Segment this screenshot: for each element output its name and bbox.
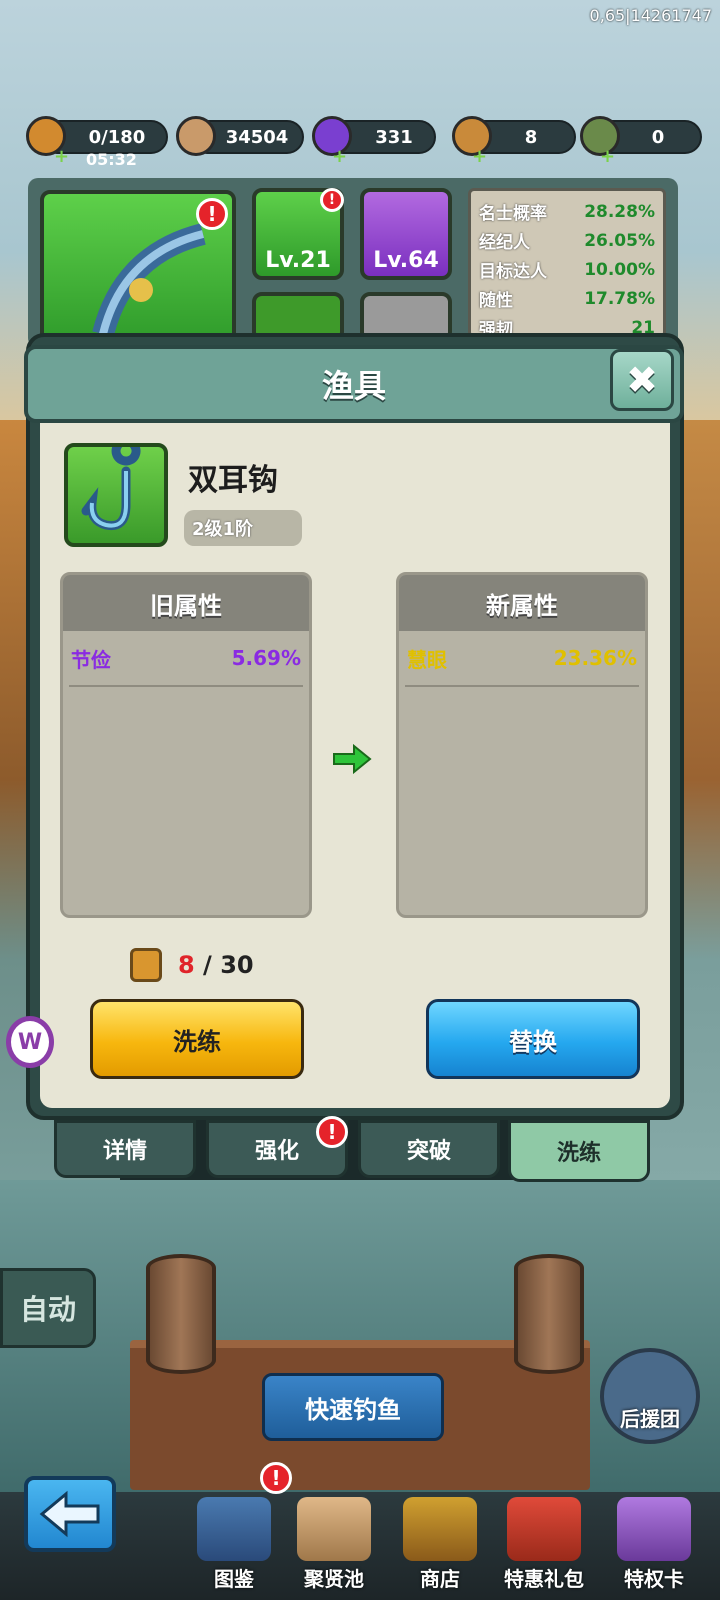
item-icon	[64, 436, 168, 547]
support-team-button[interactable]: 后援团	[600, 1348, 700, 1444]
old-attribute-value: 5.69%	[231, 646, 301, 670]
fishing-rod-icon	[92, 223, 206, 337]
slot-level: Lv.64	[373, 248, 439, 273]
support-label: 后援团	[620, 1407, 680, 1431]
old-attributes-panel: 旧属性 节俭 5.69%	[60, 572, 312, 918]
refine-button[interactable]: 洗练	[90, 999, 304, 1079]
token-icon	[130, 948, 162, 982]
quick-fish-button[interactable]: 快速钓鱼	[262, 1373, 444, 1441]
tab-breakthrough[interactable]: 突破	[358, 1120, 500, 1178]
nav-label: 聚贤池	[304, 1567, 364, 1591]
gem-value: 331	[375, 126, 413, 148]
nav-label: 特权卡	[624, 1567, 684, 1591]
nav-special-pack[interactable]: 特惠礼包	[494, 1480, 594, 1592]
stamina-timer: 05:32	[86, 150, 137, 169]
item-name: 双耳钩	[188, 463, 278, 498]
nav-label: 特惠礼包	[504, 1567, 584, 1591]
pier-post-right	[514, 1254, 584, 1374]
debug-info: 0,65|14261747	[589, 6, 712, 25]
cost-current: 8	[178, 951, 195, 979]
new-attribute-name: 慧眼	[407, 647, 447, 672]
shop-basket-icon	[403, 1497, 477, 1561]
alert-badge: !	[196, 198, 228, 230]
new-attribute-row: 慧眼 23.36%	[405, 631, 639, 687]
plus-icon[interactable]: +	[332, 146, 347, 167]
nav-collection[interactable]: 图鉴	[184, 1480, 284, 1592]
stats-panel: 名士概率 28.28% 经纪人 26.05% 目标达人 10.00% 随性 17.78%…	[468, 188, 666, 338]
book-icon	[197, 1497, 271, 1561]
scroll-icon	[297, 1497, 371, 1561]
tab-refine[interactable]: 洗练	[508, 1120, 650, 1182]
slot-level: Lv.21	[265, 248, 331, 273]
stat-row: 目标达人 10.00%	[479, 259, 655, 283]
refine-cost: 8 / 30	[130, 948, 254, 982]
alert-badge: !	[320, 188, 344, 212]
nav-label: 商店	[420, 1567, 460, 1591]
old-attributes-header: 旧属性	[63, 575, 309, 631]
hook-icon	[81, 436, 141, 531]
coin-value: 34504	[225, 126, 289, 148]
replace-button[interactable]: 替换	[426, 999, 640, 1079]
old-attribute-row: 节俭 5.69%	[69, 631, 303, 687]
new-attribute-value: 23.36%	[553, 646, 637, 670]
new-attributes-panel: 新属性 慧眼 23.36%	[396, 572, 648, 918]
pier-post-left	[146, 1254, 216, 1374]
nav-recruit[interactable]: 聚贤池	[284, 1480, 384, 1592]
cost-total: 30	[220, 951, 254, 979]
stat-row: 随性 17.78%	[479, 288, 655, 312]
nav-privilege-card[interactable]: 特权卡	[604, 1480, 704, 1592]
old-attribute-name: 节俭	[71, 647, 111, 672]
tab-details[interactable]: 详情	[54, 1120, 196, 1178]
arrow-right-icon	[333, 744, 372, 774]
nav-label: 图鉴	[214, 1567, 254, 1591]
w-logo-icon[interactable]: W	[6, 1016, 54, 1068]
back-button[interactable]	[24, 1476, 116, 1552]
stat-row: 经纪人 26.05%	[479, 230, 655, 254]
stat-row: 名士概率 28.28%	[479, 201, 655, 225]
modal-title: 渔具	[24, 345, 684, 423]
plus-icon[interactable]: +	[600, 146, 615, 167]
plus-icon[interactable]: +	[54, 146, 69, 167]
privilege-card-icon	[617, 1497, 691, 1561]
close-button[interactable]: ✖	[610, 349, 674, 411]
bait-slot[interactable]: Lv.64	[360, 188, 452, 280]
staff-value: 0	[651, 126, 665, 148]
item-level: 2级1阶	[184, 510, 302, 546]
alert-badge: !	[316, 1116, 348, 1148]
cost-separator: /	[194, 951, 221, 979]
plus-icon[interactable]: +	[472, 146, 487, 167]
coin-icon	[176, 116, 216, 156]
auto-button[interactable]: 自动	[0, 1268, 96, 1348]
nav-shop[interactable]: 商店	[390, 1480, 490, 1592]
token-value: 8	[524, 126, 538, 148]
stamina-value: 0/180	[88, 126, 146, 148]
new-attributes-header: 新属性	[399, 575, 645, 631]
gift-pack-icon	[507, 1497, 581, 1561]
back-arrow-icon	[39, 1490, 100, 1538]
